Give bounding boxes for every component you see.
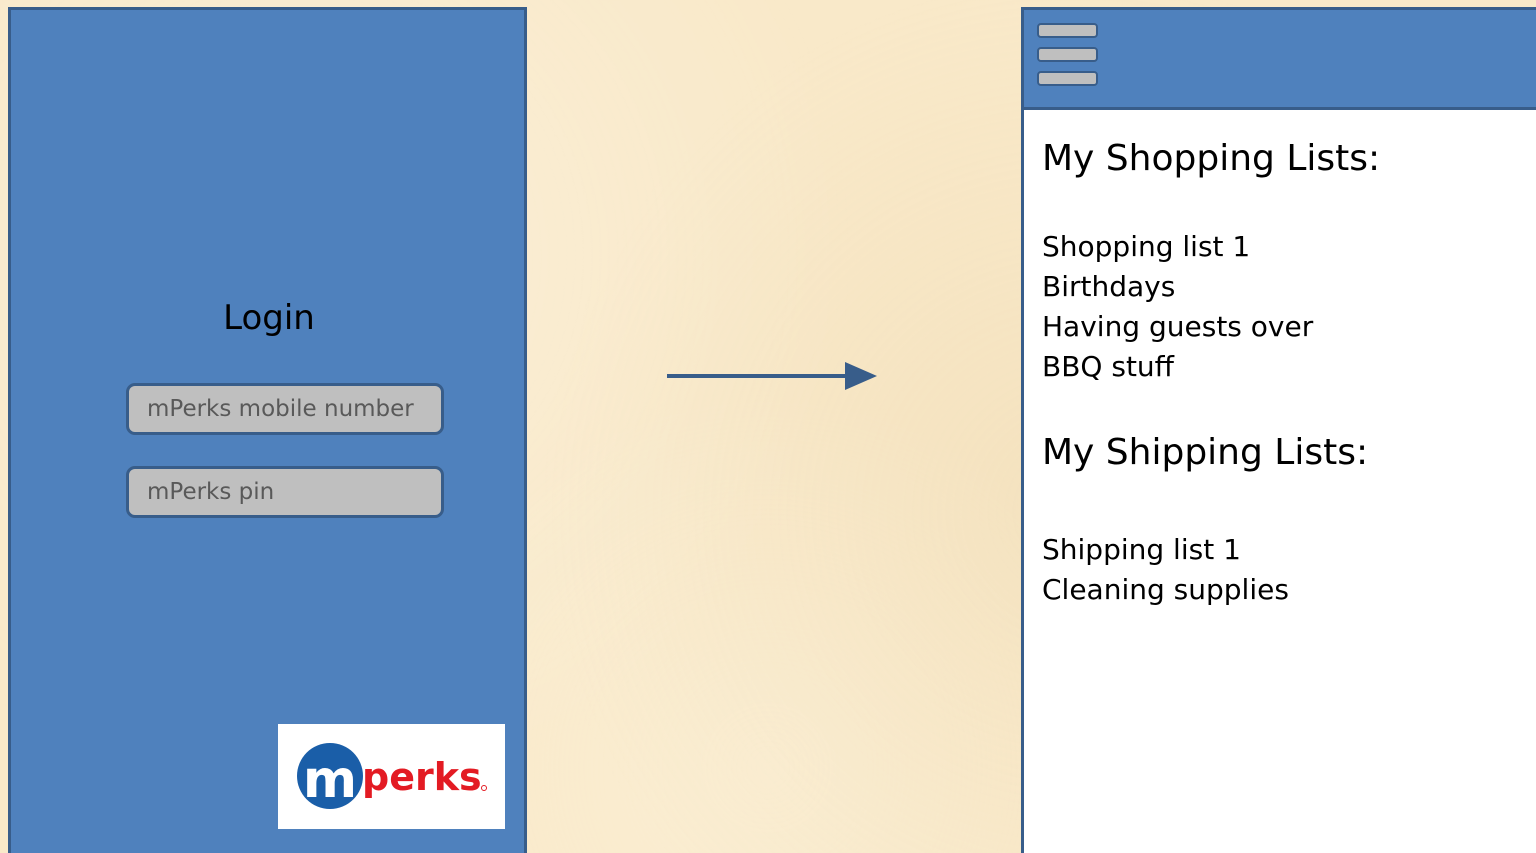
mperks-logo-icon: m perks [297, 743, 487, 810]
lists-screen: My Shopping Lists: Shopping list 1 Birth… [1021, 7, 1536, 853]
hamburger-menu-icon[interactable] [1037, 23, 1100, 89]
list-item[interactable]: Having guests over [1042, 307, 1313, 347]
arrow-right-icon [665, 360, 880, 398]
list-item[interactable]: Shipping list 1 [1042, 530, 1289, 570]
shipping-lists: Shipping list 1 Cleaning supplies [1042, 530, 1289, 610]
menu-bar [1037, 47, 1098, 62]
pin-input[interactable] [126, 466, 444, 518]
shipping-lists-title: My Shipping Lists: [1042, 432, 1369, 473]
shopping-lists-title: My Shopping Lists: [1042, 138, 1381, 179]
app-header [1024, 10, 1536, 110]
login-screen: Login m perks [8, 7, 527, 853]
list-item[interactable]: BBQ stuff [1042, 347, 1313, 387]
mperks-logo: m perks [278, 724, 505, 829]
svg-text:m: m [303, 750, 357, 810]
list-item[interactable]: Shopping list 1 [1042, 227, 1313, 267]
list-item[interactable]: Birthdays [1042, 267, 1313, 307]
login-title: Login [223, 298, 315, 338]
mobile-number-input[interactable] [126, 383, 444, 435]
mperks-logo-text: perks [362, 755, 482, 799]
shopping-lists: Shopping list 1 Birthdays Having guests … [1042, 227, 1313, 387]
menu-bar [1037, 71, 1098, 86]
list-item[interactable]: Cleaning supplies [1042, 570, 1289, 610]
menu-bar [1037, 23, 1098, 38]
